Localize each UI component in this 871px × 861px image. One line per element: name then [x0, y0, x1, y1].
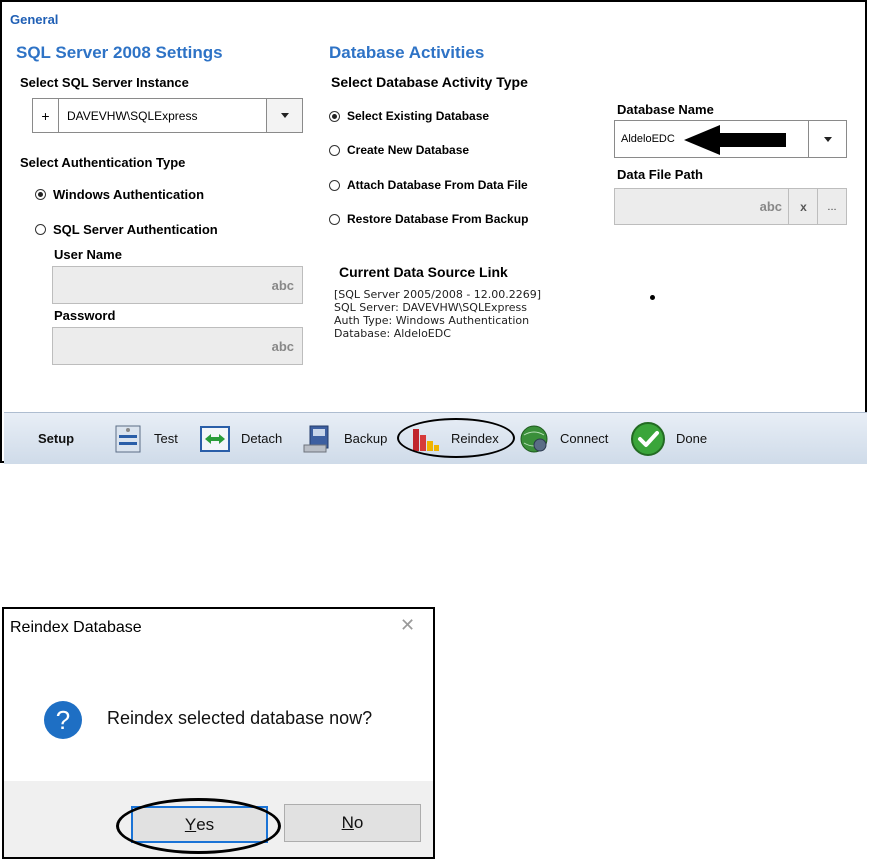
db-name-label: Database Name [617, 102, 714, 117]
backup-button[interactable]: Backup [302, 413, 387, 464]
db-name-value: AldeloEDC [621, 133, 675, 145]
radio-indicator [329, 213, 340, 225]
username-input[interactable]: abc [52, 266, 303, 304]
test-button[interactable]: Test [112, 413, 178, 464]
annotation-ellipse [116, 798, 281, 854]
checkmark-icon [630, 421, 666, 457]
password-label: Password [54, 308, 116, 323]
done-button[interactable]: Done [630, 413, 707, 464]
connect-button[interactable]: Connect [518, 413, 608, 464]
instance-value: DAVEVHW\SQLExpress [67, 108, 198, 123]
detach-label: Detach [241, 431, 283, 446]
connect-label: Connect [560, 431, 609, 446]
plus-icon: + [41, 107, 50, 124]
radio-windows-auth[interactable]: Windows Authentication [35, 187, 204, 202]
reindex-dialog: Reindex Database ✕ ? Reindex selected da… [2, 607, 435, 859]
data-file-label: Data File Path [617, 167, 703, 182]
detach-icon [199, 423, 231, 455]
link-line: Database: AldeloEDC [334, 327, 451, 340]
settings-window: General SQL Server 2008 Settings Select … [0, 0, 867, 464]
radio-label: Select Existing Database [347, 109, 490, 123]
dialog-title: Reindex Database [10, 619, 142, 636]
link-line: [SQL Server 2005/2008 - 12.00.2269] [334, 288, 542, 301]
instance-add-button[interactable]: + [33, 99, 59, 132]
backup-label: Backup [344, 431, 388, 446]
radio-indicator [329, 144, 340, 156]
done-label: Done [676, 431, 708, 446]
backup-icon [302, 423, 334, 455]
link-line: SQL Server: DAVEVHW\SQLExpress [334, 301, 528, 314]
link-title: Current Data Source Link [339, 264, 508, 280]
db-activities-title: Database Activities [329, 43, 485, 62]
radio-restore-backup[interactable]: Restore Database From Backup [329, 212, 528, 226]
no-button[interactable]: No [284, 804, 421, 842]
setup-toolbar: Setup Test Detach Backup Reindex Connect… [4, 412, 867, 464]
data-file-hint: abc [759, 199, 782, 214]
sql-settings-title: SQL Server 2008 Settings [16, 43, 223, 62]
question-icon: ? [44, 701, 82, 739]
close-icon[interactable]: ✕ [400, 615, 415, 636]
username-hint: abc [271, 277, 294, 293]
group-label-general: General [10, 12, 59, 27]
connect-icon [518, 423, 550, 455]
annotation-ellipse [397, 418, 515, 458]
radio-indicator [329, 110, 340, 122]
password-hint: abc [271, 338, 294, 354]
instance-combo[interactable]: + DAVEVHW\SQLExpress [32, 98, 303, 133]
db-name-dropdown-button[interactable] [808, 121, 846, 157]
link-info: [SQL Server 2005/2008 - 12.00.2269] SQL … [334, 288, 541, 340]
stray-dot [650, 295, 655, 300]
data-file-input[interactable]: abc x ... [614, 188, 847, 225]
instance-dropdown-button[interactable] [266, 99, 302, 132]
instance-label: Select SQL Server Instance [20, 75, 189, 90]
dialog-message: Reindex selected database now? [107, 708, 373, 728]
radio-label: SQL Server Authentication [53, 222, 218, 237]
chevron-down-icon [823, 136, 832, 142]
radio-indicator [329, 179, 340, 191]
radio-select-existing[interactable]: Select Existing Database [329, 109, 489, 123]
radio-attach-file[interactable]: Attach Database From Data File [329, 178, 528, 192]
radio-label: Attach Database From Data File [347, 178, 528, 192]
clear-button[interactable]: x [788, 189, 818, 224]
toolbar-group-label: Setup [38, 431, 75, 446]
test-label: Test [154, 431, 178, 446]
chevron-down-icon [280, 113, 289, 118]
link-line: Auth Type: Windows Authentication [334, 314, 530, 327]
no-mnemonic: N [341, 813, 354, 832]
username-label: User Name [54, 247, 122, 262]
auth-label: Select Authentication Type [20, 155, 186, 170]
activity-label: Select Database Activity Type [331, 74, 528, 90]
detach-button[interactable]: Detach [199, 413, 282, 464]
radio-create-new[interactable]: Create New Database [329, 143, 469, 157]
radio-label: Windows Authentication [53, 187, 205, 202]
test-icon [112, 423, 144, 455]
no-label: o [353, 813, 364, 832]
radio-indicator [35, 189, 46, 200]
radio-indicator [35, 224, 46, 235]
radio-label: Create New Database [347, 143, 470, 157]
password-input[interactable]: abc [52, 327, 303, 365]
radio-sql-auth[interactable]: SQL Server Authentication [35, 222, 218, 237]
browse-button[interactable]: ... [817, 189, 846, 224]
radio-label: Restore Database From Backup [347, 212, 529, 226]
annotation-arrow-icon [684, 125, 786, 155]
